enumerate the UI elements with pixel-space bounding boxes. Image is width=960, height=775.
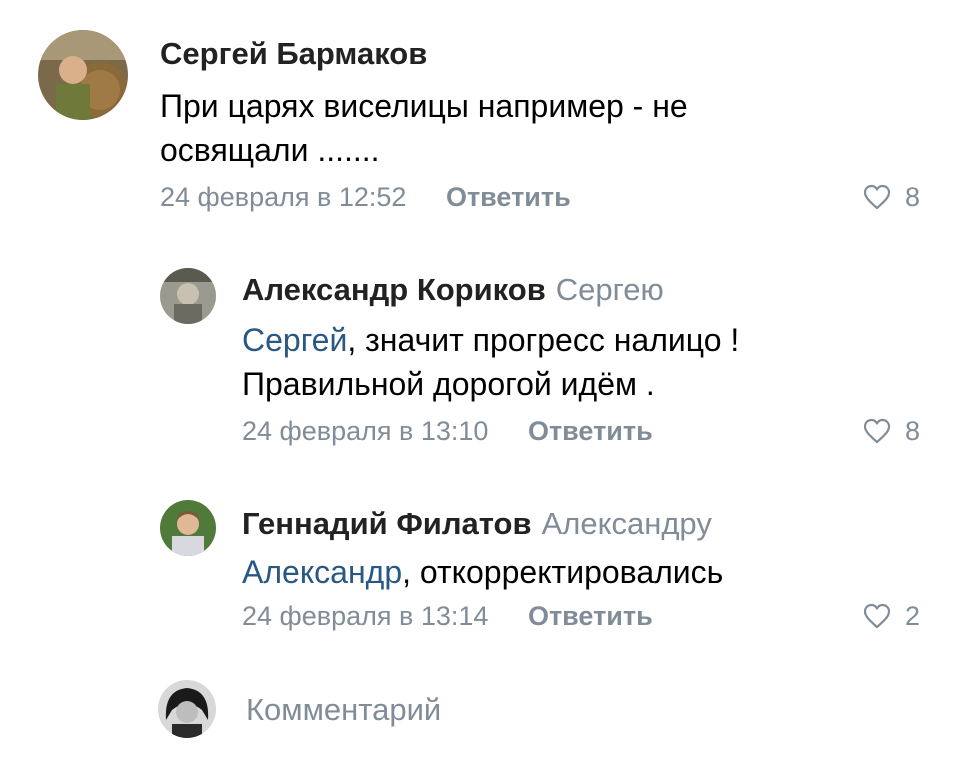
heart-outline-icon <box>863 418 891 444</box>
comment-date[interactable]: 24 февраля в 13:10 <box>242 416 488 446</box>
comment-author[interactable]: Александр Кориков Сергею <box>242 272 664 308</box>
like-button[interactable]: 8 <box>863 181 920 213</box>
author-name[interactable]: Геннадий Филатов <box>242 506 532 541</box>
avatar-image <box>38 30 128 120</box>
avatar[interactable] <box>160 500 216 556</box>
author-name[interactable]: Сергей Бармаков <box>160 36 427 71</box>
reply-button[interactable]: Ответить <box>446 182 571 212</box>
comment-date[interactable]: 24 февраля в 13:14 <box>242 601 488 631</box>
reply-button[interactable]: Ответить <box>528 601 653 631</box>
avatar[interactable] <box>38 30 128 120</box>
like-button[interactable]: 8 <box>863 415 920 447</box>
like-count: 2 <box>904 601 920 631</box>
comment-text: Сергей, значит прогресс налицо ! Правиль… <box>242 318 842 406</box>
mention-link[interactable]: Сергей <box>242 322 347 358</box>
comment-body: При царях виселицы например - не освящал… <box>160 88 688 168</box>
comment-meta: 24 февраля в 13:14 Ответить <box>242 600 653 632</box>
comment-text: При царях виселицы например - не освящал… <box>160 84 800 172</box>
comment-author[interactable]: Сергей Бармаков <box>160 36 427 72</box>
avatar[interactable] <box>160 268 216 324</box>
comment-date[interactable]: 24 февраля в 12:52 <box>160 182 406 212</box>
comment-text: Александр, откорректировались <box>242 550 882 594</box>
reply-to-name[interactable]: Сергею <box>556 272 664 307</box>
heart-outline-icon <box>863 184 891 210</box>
heart-outline-icon <box>863 603 891 629</box>
like-button[interactable]: 2 <box>863 600 920 632</box>
comment-meta: 24 февраля в 12:52 Ответить <box>160 181 571 213</box>
like-count: 8 <box>904 416 920 446</box>
current-user-avatar[interactable] <box>158 680 216 738</box>
comment-meta: 24 февраля в 13:10 Ответить <box>242 415 653 447</box>
like-count: 8 <box>904 182 920 212</box>
mention-link[interactable]: Александр <box>242 554 402 590</box>
comment-input-placeholder: Комментарий <box>246 692 442 727</box>
reply-button[interactable]: Ответить <box>528 416 653 446</box>
reply-to-name[interactable]: Александру <box>542 506 712 541</box>
avatar-image <box>160 500 216 556</box>
avatar-image <box>160 268 216 324</box>
comment-author[interactable]: Геннадий Филатов Александру <box>242 506 712 542</box>
comment-input[interactable]: Комментарий <box>246 692 846 728</box>
avatar-image <box>158 680 216 738</box>
author-name[interactable]: Александр Кориков <box>242 272 546 307</box>
comment-body: , откорректировались <box>402 554 724 590</box>
